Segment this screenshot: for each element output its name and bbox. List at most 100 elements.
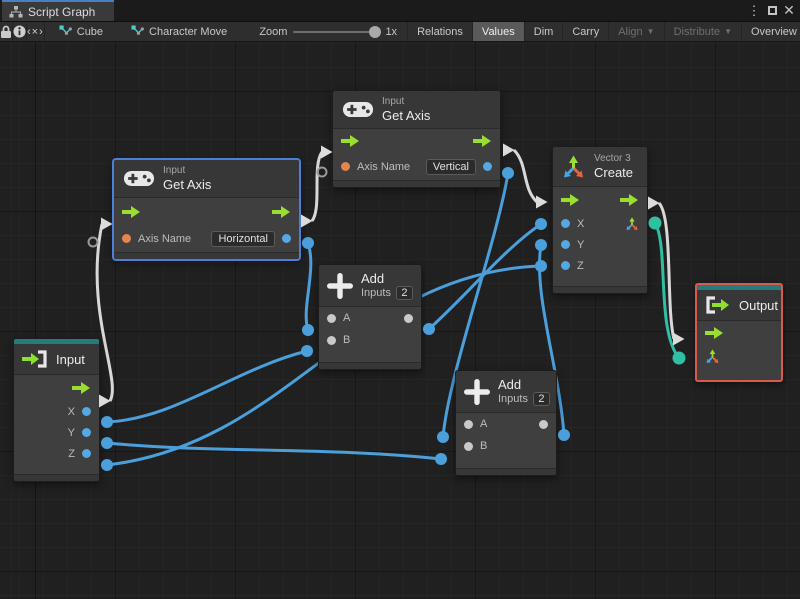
node-title: Output [739,297,779,313]
gamepad-icon [342,100,374,119]
wire-input-x-to-add1-b[interactable] [106,349,308,424]
node-header[interactable]: Input Get Axis [333,91,500,128]
node-title: Add [361,271,385,286]
graph-icon [9,5,23,18]
z-in-port[interactable] [561,261,570,270]
vector3-result-port[interactable] [625,216,639,231]
breadcrumb-label: Character Move [149,25,228,38]
vector3-icon [561,155,586,179]
node-input[interactable]: Input X Y Z [13,338,100,482]
port-label: B [480,440,488,452]
x-out-port[interactable] [82,407,91,416]
a-in-port[interactable] [327,313,336,323]
toolbar-button-values[interactable]: Values [471,22,524,41]
wire-input-y-to-add2-b[interactable] [106,441,442,461]
trigger-out-port[interactable] [72,382,91,394]
sum-out-port[interactable] [404,313,413,323]
flow-in-port[interactable] [341,135,360,147]
node-get-axis-horizontal[interactable]: Input Get Axis Axis Name Horizontal [113,159,300,260]
graph-toolbar: ‹×› Cube Character Move Zoom 1x Relation… [0,21,800,42]
flow-in-port[interactable] [122,205,141,218]
b-in-port[interactable] [327,335,336,345]
param-label: Axis Name [357,160,411,173]
node-get-axis-vertical[interactable]: Input Get Axis Axis Name Vertical [332,90,501,188]
y-in-port[interactable] [561,240,570,249]
info-button[interactable] [13,22,27,41]
gamepad-icon [123,169,155,188]
window-menu-icon[interactable]: ⋮ [746,0,762,21]
wire-add1-to-vector3-x[interactable] [427,222,542,331]
node-footer [456,468,556,475]
node-header[interactable]: Input [14,344,99,374]
maximize-icon[interactable] [764,0,780,21]
param-label: Axis Name [138,232,192,245]
breadcrumb-graph-character-move[interactable]: Character Move [117,22,241,41]
toolbar-button-relations[interactable]: Relations [407,22,472,41]
node-title: Create [594,165,634,180]
node-output[interactable]: Output [695,283,783,382]
port-label: Z [577,259,584,272]
node-header[interactable]: Vector 3 Create [553,147,647,186]
z-out-port[interactable] [82,449,91,458]
graph-canvas[interactable]: Input Get Axis Axis Name Vertical Input … [0,42,800,599]
vector-connection-dots [648,216,686,365]
value-out-port[interactable] [483,162,492,171]
port-label: X [67,405,75,418]
y-out-port[interactable] [82,428,91,437]
flow-in-port[interactable] [705,327,724,339]
flow-out-port[interactable] [473,135,492,147]
toolbar-button-overview[interactable]: Overview [740,22,800,41]
axis-name-port[interactable] [122,234,131,243]
unity-script-graph-window: Script Graph ⋮ ✕ ‹×› Cube Character Move… [0,0,800,599]
wire-vector3-result-to-output[interactable] [653,222,681,359]
sum-out-port[interactable] [539,419,548,429]
x-in-port[interactable] [561,219,570,228]
axis-name-port[interactable] [341,162,350,171]
wire-horizontal-to-vertical[interactable] [310,151,324,222]
port-label: A [480,418,488,430]
wire-vertical-to-vector3[interactable] [512,148,539,204]
vector3-in-port[interactable] [705,348,720,364]
value-out-port[interactable] [282,234,291,243]
plus-icon [464,378,490,405]
lock-button[interactable] [0,22,13,41]
code-view-button[interactable]: ‹×› [27,22,45,41]
input-icon [22,350,48,368]
port-label: B [343,334,351,346]
toolbar-button-carry[interactable]: Carry [562,22,608,41]
breadcrumb-graph-cube[interactable]: Cube [45,22,117,41]
node-footer [553,286,647,293]
wire-horizontal-to-add1-a[interactable] [304,242,313,331]
wire-vector3-to-output[interactable] [657,201,676,340]
zoom-slider-handle[interactable] [369,25,382,38]
info-icon [13,25,26,38]
zoom-slider[interactable] [293,25,382,38]
flow-out-port[interactable] [272,205,291,218]
close-icon[interactable]: ✕ [781,0,797,21]
toolbar-button-distribute[interactable]: Distribute ▼ [663,22,741,41]
toolbar-button-dim[interactable]: Dim [523,22,563,41]
node-add-1[interactable]: Add Inputs 2 A B [318,264,422,370]
port-label: Y [577,238,585,251]
node-header[interactable]: Add Inputs 2 [319,265,421,306]
chevron-down-icon: ▼ [646,27,655,36]
port-label: Z [68,447,75,460]
node-footer [14,474,99,481]
node-add-2[interactable]: Add Inputs 2 A B [455,370,557,476]
node-vector3-create[interactable]: Vector 3 Create X Y Z [552,146,648,294]
tab-script-graph[interactable]: Script Graph [2,0,114,21]
node-header[interactable]: Output [697,290,781,320]
node-header[interactable]: Add Inputs 2 [456,371,556,412]
b-in-port[interactable] [464,441,473,451]
toolbar-button-align[interactable]: Align ▼ [608,22,663,41]
node-title: Get Axis [163,177,212,192]
a-in-port[interactable] [464,419,473,429]
axis-name-input[interactable]: Vertical [425,158,476,175]
tab-title: Script Graph [28,4,96,19]
flow-in-port[interactable] [561,194,580,206]
inputs-count-field[interactable]: 2 [532,392,550,406]
flow-out-port[interactable] [620,194,639,206]
inputs-count-field[interactable]: 2 [395,286,413,300]
node-header[interactable]: Input Get Axis [114,160,299,197]
axis-name-input[interactable]: Horizontal [211,230,275,247]
